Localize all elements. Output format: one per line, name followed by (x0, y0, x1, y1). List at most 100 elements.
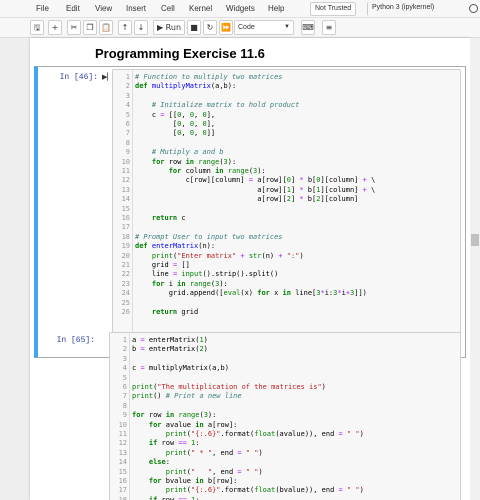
code-text: grid = [] (135, 261, 190, 269)
line-number: 2 (125, 82, 130, 91)
restart-button[interactable]: ↻ (203, 20, 217, 35)
line-number: 16 (121, 214, 130, 222)
code-text: # Prompt User to input two matrices (135, 232, 283, 241)
restart-icon: ↻ (206, 23, 214, 32)
line-number: 25 (121, 298, 130, 307)
line-number: 13 (118, 448, 127, 457)
menu-widgets[interactable]: Widgets (226, 4, 255, 13)
code-text: def multiplyMatrix(a,b): (135, 82, 237, 91)
move-down-button[interactable]: ↓ (134, 20, 148, 35)
line-number: 8 (125, 138, 130, 147)
line-number: 22 (121, 270, 130, 279)
cell-type-select[interactable]: Code ▼ (234, 20, 294, 35)
line-number: 6 (125, 120, 130, 128)
fast-forward-icon: ⏩ (221, 23, 231, 32)
line-number: 7 (125, 129, 130, 138)
line-number: 2 (122, 345, 127, 354)
code-text: print("{:.6}".format(float(bvalue)), end… (165, 486, 364, 495)
scrollbar-thumb[interactable] (471, 234, 479, 246)
line-number: 18 (118, 495, 127, 500)
interrupt-button[interactable]: ■ (187, 20, 201, 35)
line-number: 12 (121, 176, 130, 185)
cell-type-value: Code (238, 24, 255, 31)
menu-cell[interactable]: Cell (161, 4, 175, 13)
code-text: print("The multiplication of the matrice… (132, 383, 326, 391)
page-scrollbar[interactable] (470, 38, 480, 500)
code-text: line = input().strip().split() (135, 270, 279, 279)
cell-prompt: In [46]: (59, 73, 98, 82)
menu-view[interactable]: View (95, 4, 112, 13)
cut-button[interactable]: ✂ (67, 20, 81, 35)
paste-button[interactable]: 📋 (99, 20, 113, 35)
code-text: c = [[0, 0, 0], (135, 110, 216, 119)
code-text: grid.append([eval(x) for x in line[3*i:3… (135, 289, 367, 298)
menu-help[interactable]: Help (268, 4, 284, 13)
code-text: return c (151, 214, 186, 222)
code-text: for row in range(3): (151, 157, 237, 166)
line-number: 9 (122, 411, 127, 420)
toolbar: 🖫 + ✂ ❐ 📋 ↑ ↓ ▶ Run ■ ↻ ⏩ Code ▼ ⌨ ≡ (0, 18, 480, 38)
run-button[interactable]: ▶ Run (153, 20, 185, 35)
trust-status-button[interactable]: Not Trusted (310, 2, 357, 16)
stop-icon: ■ (190, 23, 198, 32)
menu-edit[interactable]: Edit (66, 4, 80, 13)
code-editor[interactable]: 1 a = enterMatrix(1) 2 b = enterMatrix(2) 3 4… (109, 332, 461, 500)
code-text: def enterMatrix(n): (135, 242, 216, 251)
code-text: else: (148, 458, 170, 467)
code-text: print() # Print a new line (132, 392, 242, 401)
code-text: c = multiplyMatrix(a,b) (132, 364, 229, 373)
scissors-icon: ✂ (70, 23, 78, 32)
line-number: 18 (121, 232, 130, 241)
play-icon: ▶ (156, 23, 164, 32)
line-number: 16 (118, 477, 127, 485)
menu-file[interactable]: File (36, 4, 49, 13)
save-icon: 🖫 (33, 23, 41, 32)
line-number: 4 (122, 364, 127, 373)
code-text: if row == 1: (148, 439, 200, 448)
menu-insert[interactable]: Insert (126, 4, 146, 13)
kernel-name: Python 3 (ipykernel) (367, 2, 438, 16)
line-number: 24 (121, 289, 130, 298)
line-number: 13 (121, 185, 130, 194)
move-up-button[interactable]: ↑ (118, 20, 132, 35)
code-text: for i in range(3): (151, 279, 228, 288)
line-number: 3 (122, 354, 127, 363)
code-text: # Function to multiply two matrices (135, 73, 283, 81)
line-number: 1 (125, 73, 130, 81)
save-button[interactable]: 🖫 (30, 20, 44, 35)
line-number: 6 (122, 383, 127, 391)
code-text: print("Enter matrix" + str(n) + ":") (151, 251, 304, 260)
code-text: a[row][2] * b[2][column] (135, 195, 359, 204)
restart-run-all-button[interactable]: ⏩ (219, 20, 233, 35)
keyboard-shortcuts-button[interactable]: ⌨ (301, 20, 315, 35)
code-editor[interactable]: 1 # Function to multiply two matrices 2 def… (112, 69, 461, 355)
line-number: 14 (121, 195, 130, 204)
arrow-up-icon: ↑ (121, 23, 129, 32)
arrow-down-icon: ↓ (137, 23, 145, 32)
code-text: c[row][column] = a[row][0] * b[0][column… (135, 176, 376, 185)
line-number: 10 (118, 420, 127, 429)
code-cell[interactable]: In [65]: 1 a = enterMatrix(1) 2 b = enterMa… (34, 329, 466, 500)
menu-kernel[interactable]: Kernel (189, 4, 212, 13)
line-number: 20 (121, 251, 130, 260)
code-text: for bvalue in b[row]: (148, 477, 238, 485)
cell-prompt: In [65]: (56, 336, 95, 345)
line-number: 5 (122, 373, 127, 382)
menubar: File Edit View Insert Cell Kernel Widget… (0, 0, 480, 18)
code-text: if row == 1: (148, 495, 200, 500)
line-number: 23 (121, 279, 130, 288)
line-number: 26 (121, 308, 130, 316)
line-number: 14 (118, 458, 127, 467)
insert-cell-button[interactable]: + (48, 20, 62, 35)
chevron-down-icon: ▼ (284, 24, 290, 30)
code-text: print("{:.6}".format(float(avalue)), end… (165, 430, 364, 438)
code-text: [0, 0, 0], (135, 120, 216, 128)
line-number: 1 (122, 336, 127, 344)
command-palette-button[interactable]: ≡ (322, 20, 336, 35)
code-text: print(" ", end = " ") (165, 467, 263, 476)
code-cell[interactable]: In [46]: ▶▏ 1 # Function to multiply two … (34, 66, 466, 358)
line-number: 7 (122, 392, 127, 401)
copy-button[interactable]: ❐ (83, 20, 97, 35)
code-text: b = enterMatrix(2) (132, 345, 208, 354)
code-text: # Mutiply a and b (151, 148, 224, 157)
